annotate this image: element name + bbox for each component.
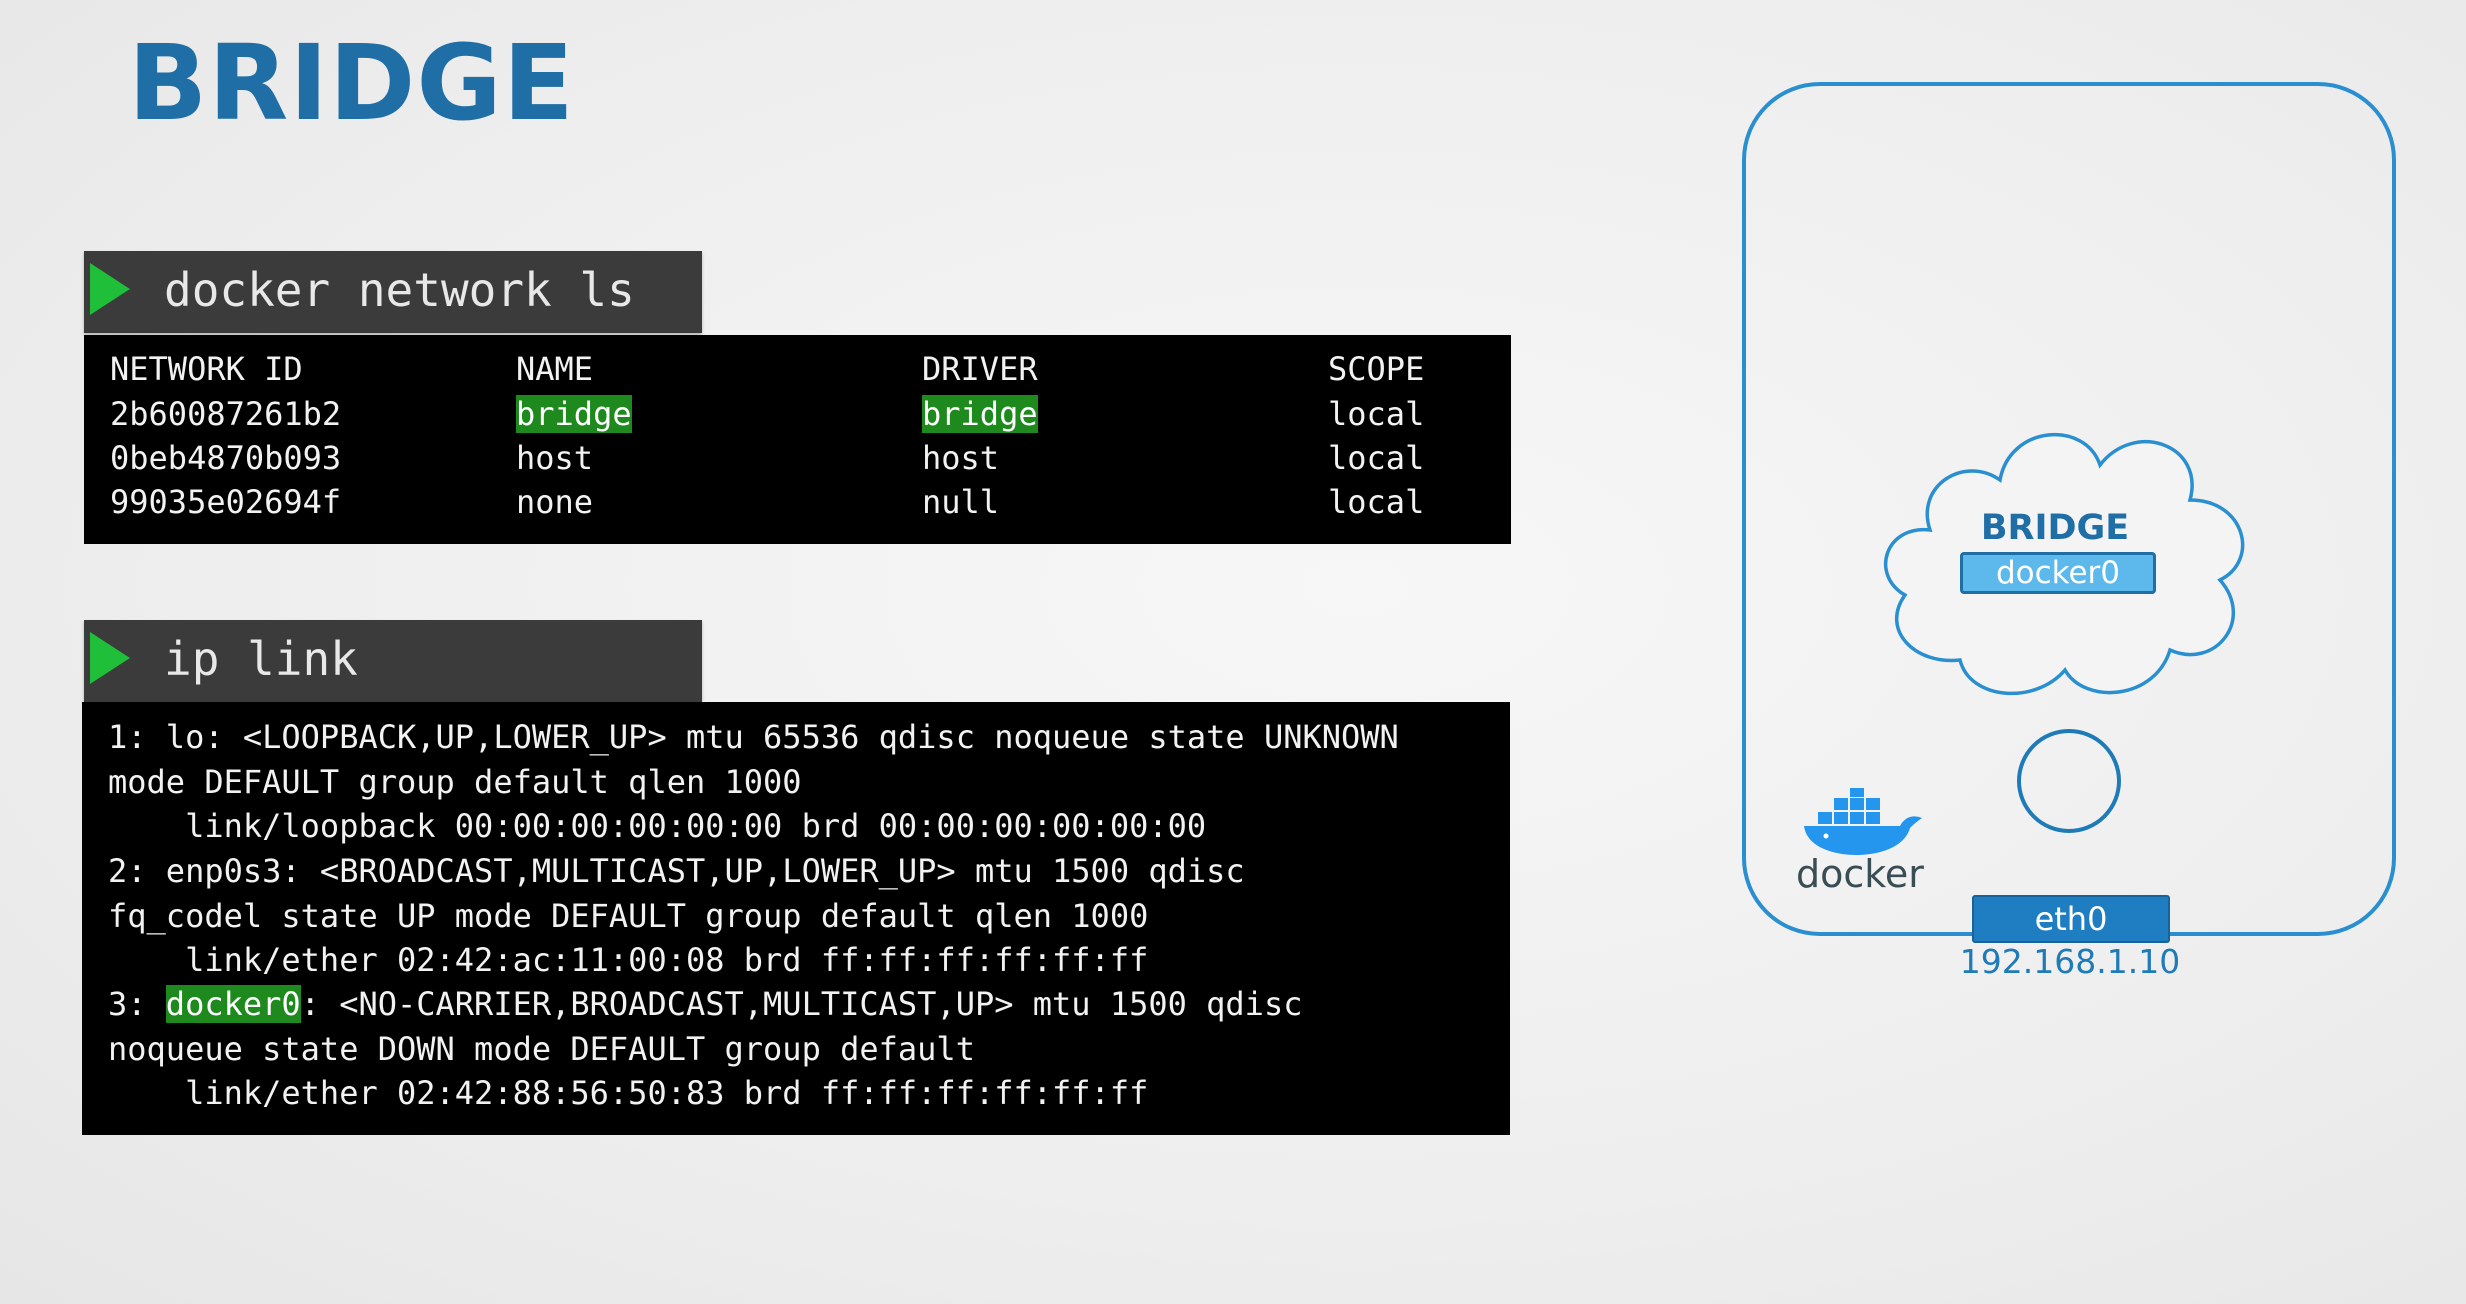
- command-tab-ip-link: ip link: [84, 620, 702, 702]
- network-name: bridge: [516, 395, 632, 433]
- network-id: 2b60087261b2: [110, 395, 342, 433]
- host-ip-address: 192.168.1.10: [1959, 942, 2181, 981]
- header-scope: SCOPE: [1328, 350, 1425, 388]
- network-name: host: [516, 439, 594, 477]
- docker-whale-icon: [1804, 788, 1922, 855]
- output-line: 1: lo: <LOOPBACK,UP,LOWER_UP> mtu 65536 …: [108, 718, 1399, 756]
- header-driver: DRIVER: [922, 350, 1038, 388]
- output-line: fq_codel state UP mode DEFAULT group def…: [108, 897, 1149, 935]
- terminal-ip-link: 1: lo: <LOOPBACK,UP,LOWER_UP> mtu 65536 …: [82, 702, 1510, 1135]
- output-line: link/loopback 00:00:00:00:00:00 brd 00:0…: [108, 807, 1207, 845]
- command-tab-network-ls: docker network ls: [84, 251, 702, 333]
- network-driver: host: [922, 439, 1000, 477]
- network-id: 0beb4870b093: [110, 439, 342, 477]
- line-prefix: 3:: [108, 985, 166, 1023]
- slide-title: BRIDGE: [128, 22, 575, 144]
- docker0-highlight: docker0: [165, 985, 301, 1023]
- output-line-docker0: 3: docker0: <NO-CARRIER,BROADCAST,MULTIC…: [108, 985, 1302, 1029]
- output-line: noqueue state DOWN mode DEFAULT group de…: [108, 1030, 975, 1068]
- line-rest: : <NO-CARRIER,BROADCAST,MULTICAST,UP> mt…: [300, 985, 1303, 1023]
- network-name: none: [516, 483, 594, 521]
- output-line: link/ether 02:42:88:56:50:83 brd ff:ff:f…: [108, 1074, 1149, 1112]
- network-driver: bridge: [922, 395, 1038, 433]
- docker0-interface: docker0: [1960, 552, 2156, 594]
- network-driver: null: [922, 483, 1000, 521]
- output-line: mode DEFAULT group default qlen 1000: [108, 763, 802, 801]
- network-scope: local: [1328, 395, 1425, 433]
- command-text: ip link: [164, 632, 358, 686]
- header-name: NAME: [516, 350, 594, 388]
- output-line: link/ether 02:42:ac:11:00:08 brd ff:ff:f…: [108, 941, 1149, 979]
- interface-circle: [2017, 729, 2121, 833]
- network-id: 99035e02694f: [110, 483, 342, 521]
- network-scope: local: [1328, 483, 1425, 521]
- eth0-interface: eth0: [1972, 895, 2170, 943]
- docker-logo-text: docker: [1796, 852, 1924, 896]
- output-line: 2: enp0s3: <BROADCAST,MULTICAST,UP,LOWER…: [108, 852, 1245, 890]
- command-text: docker network ls: [164, 263, 635, 317]
- bridge-label: BRIDGE: [1980, 508, 2130, 548]
- terminal-network-ls: NETWORK ID NAME DRIVER SCOPE 2b60087261b…: [84, 335, 1511, 544]
- network-scope: local: [1328, 439, 1425, 477]
- play-icon: [90, 263, 130, 315]
- header-network-id: NETWORK ID: [110, 350, 303, 388]
- play-icon: [90, 632, 130, 684]
